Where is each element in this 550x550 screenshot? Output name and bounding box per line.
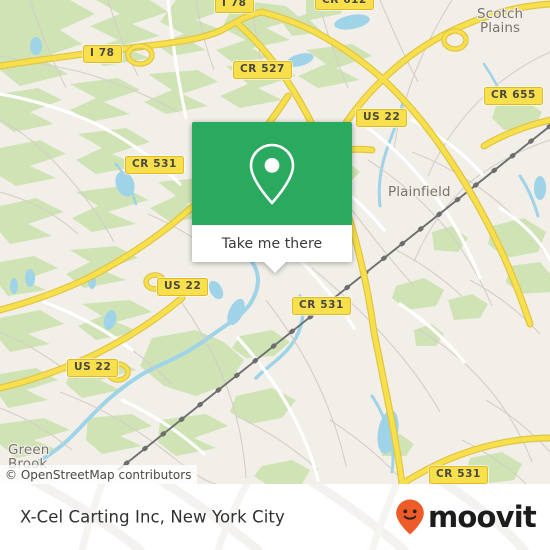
- take-me-there-label: Take me there: [221, 235, 323, 252]
- moovit-pin-icon: [396, 499, 424, 535]
- highway-shield-cr531-left: CR 531: [125, 156, 184, 174]
- highway-shield-cr655: CR 655: [484, 87, 543, 105]
- osm-attribution[interactable]: © OpenStreetMap contributors: [0, 465, 198, 484]
- highway-shield-cr527: CR 527: [233, 61, 292, 79]
- highway-shield-us22-bottomleft: US 22: [67, 359, 119, 377]
- highway-shield-cr531-bottomright: CR 531: [429, 466, 488, 484]
- highway-shield-cr531-mid: CR 531: [292, 297, 351, 315]
- highway-shield-cr612: CR 612: [315, 0, 374, 10]
- moovit-logo[interactable]: moovit: [395, 498, 537, 536]
- highway-shield-us22-topright: US 22: [356, 109, 408, 127]
- highway-shield-us22-mid: US 22: [157, 278, 209, 296]
- popup-pointer: [264, 262, 286, 273]
- popup-header: [192, 122, 352, 225]
- location-popup[interactable]: Take me there: [192, 122, 352, 273]
- map-pin-icon: [249, 143, 295, 204]
- map-canvas[interactable]: Scotch Plains Plainfield Green Brook I 7…: [0, 0, 550, 484]
- popup-footer[interactable]: Take me there: [192, 225, 352, 273]
- highway-shield-i78-top: I 78: [215, 0, 254, 13]
- bottom-info-bar: X-Cel Carting Inc, New York City moovit: [0, 484, 550, 550]
- highway-shield-i78-left: I 78: [83, 45, 122, 63]
- place-title: X-Cel Carting Inc, New York City: [20, 507, 285, 527]
- map-screenshot: Scotch Plains Plainfield Green Brook I 7…: [0, 0, 550, 550]
- moovit-wordmark: moovit: [428, 499, 537, 534]
